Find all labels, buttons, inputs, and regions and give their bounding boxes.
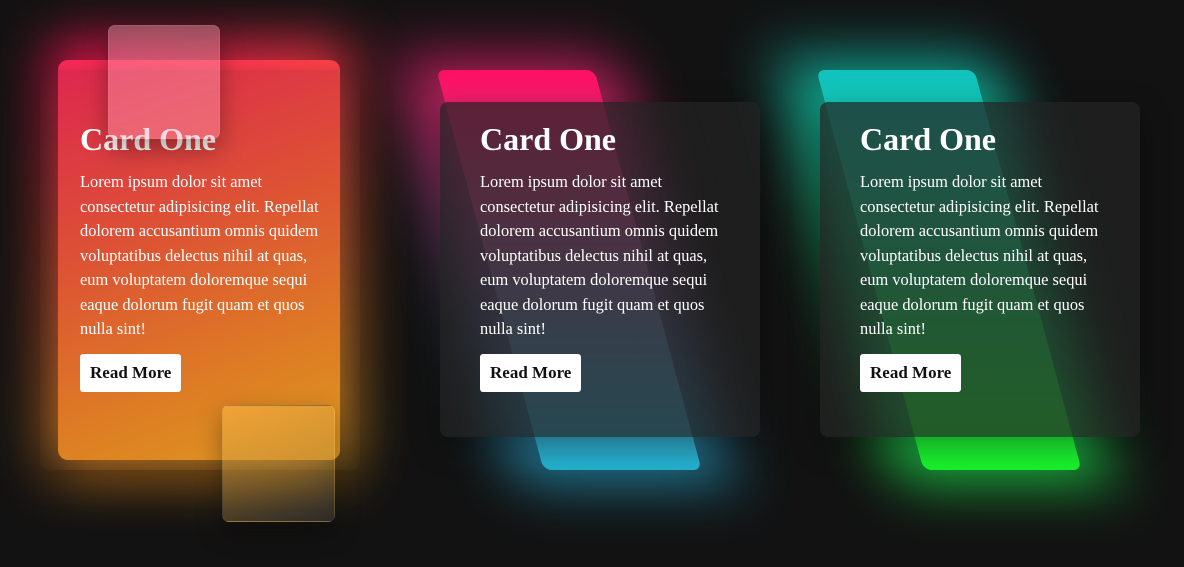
card-gallery: Card One Lorem ipsum dolor sit amet cons…: [0, 0, 1184, 567]
card-text: Lorem ipsum dolor sit amet consectetur a…: [860, 172, 1099, 339]
read-more-button[interactable]: Read More: [80, 353, 182, 392]
read-more-button[interactable]: Read More: [860, 353, 962, 392]
floating-square-bottom: [222, 405, 335, 522]
card-text: Lorem ipsum dolor sit amet consectetur a…: [480, 172, 719, 339]
card-title: Card One: [480, 121, 616, 157]
card-text: Lorem ipsum dolor sit amet consectetur a…: [80, 172, 319, 339]
floating-square-top: [108, 25, 220, 139]
card-title: Card One: [860, 121, 996, 157]
card-3: Card One Lorem ipsum dolor sit amet cons…: [820, 102, 1140, 437]
read-more-button[interactable]: Read More: [480, 353, 582, 392]
card-2: Card One Lorem ipsum dolor sit amet cons…: [440, 102, 760, 437]
